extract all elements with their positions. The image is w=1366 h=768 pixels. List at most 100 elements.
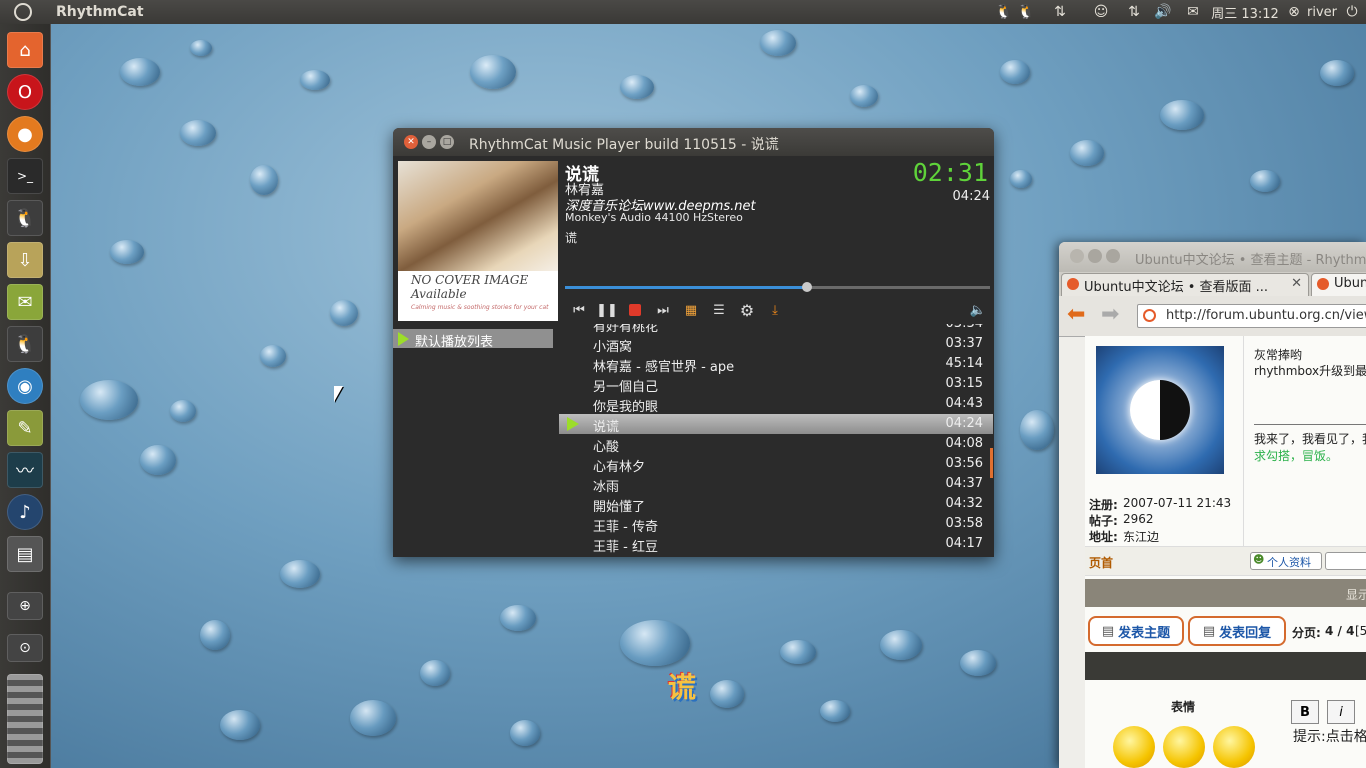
audio-player-icon[interactable]: ♪ <box>7 494 43 530</box>
italic-button[interactable]: i <box>1327 700 1355 724</box>
track-row[interactable]: 冰雨 04:37 <box>559 474 993 495</box>
track-duration: 03:15 <box>945 376 983 391</box>
browser-titlebar[interactable]: Ubuntu中文论坛 • 查看主题 - Rhythm <box>1059 242 1366 272</box>
addr-value: 东江边 <box>1123 530 1160 544</box>
top-link[interactable]: 页首 <box>1089 554 1113 571</box>
notes-icon[interactable]: ✎ <box>7 410 43 446</box>
ubuntu-logo-icon[interactable] <box>14 3 32 21</box>
bold-button[interactable]: B <box>1291 700 1319 724</box>
back-arrow-icon[interactable]: ⬅ <box>1067 302 1085 327</box>
workspace-switcher-icon[interactable]: ▤ <box>7 536 43 572</box>
track-row[interactable]: 王菲 - 红豆 04:17 <box>559 534 993 555</box>
cat-photo <box>398 161 558 271</box>
minimize-window-icon[interactable] <box>1088 249 1102 263</box>
firefox-icon[interactable]: ● <box>7 116 43 152</box>
track-row[interactable]: 王菲 - 传奇 03:58 <box>559 514 993 535</box>
close-window-icon[interactable]: ✕ <box>404 135 418 149</box>
user-avatar <box>1096 346 1224 474</box>
zoom-search-icon[interactable]: ⊙ <box>7 634 43 662</box>
tab-forum-topic[interactable]: Ubun <box>1311 273 1366 296</box>
page-extra: [5 <box>1355 624 1366 638</box>
desktop-lyric[interactable]: 谎 <box>668 666 696 706</box>
qq-launcher-icon[interactable]: 🐧 <box>7 200 43 236</box>
power-icon[interactable]: ⏻ <box>1342 2 1362 22</box>
tongue-emoticon-icon[interactable] <box>1163 726 1205 768</box>
users-icon[interactable] <box>1325 552 1366 570</box>
ubuntu-favicon-icon <box>1317 278 1329 290</box>
track-list-scrollbar[interactable] <box>990 448 993 478</box>
stop-icon[interactable] <box>626 302 644 318</box>
new-topic-button[interactable]: ▤ 发表主题 <box>1088 616 1184 646</box>
home-folder-icon[interactable]: ⌂ <box>7 32 43 68</box>
track-row[interactable]: 心有林夕 03:56 <box>559 454 993 475</box>
user-name[interactable]: river <box>1306 2 1338 22</box>
qq-icon[interactable]: 🐧 <box>994 2 1014 22</box>
browser-navbar: ⬅ ➡ http://forum.ubuntu.org.cn/viewto <box>1059 296 1366 337</box>
total-time: 04:24 <box>952 189 990 204</box>
ubuntu-favicon-icon <box>1067 278 1079 290</box>
track-row[interactable]: 有好有桃花 03:34 <box>559 324 993 335</box>
chat-icon[interactable]: ☺ <box>1090 2 1112 22</box>
settings-icon[interactable]: ⚙ <box>738 301 756 320</box>
post-user[interactable]: 灰常捧哟 <box>1254 346 1302 363</box>
list-icon[interactable]: ☰ <box>710 302 728 318</box>
download-icon[interactable]: ⤓ <box>766 302 784 318</box>
player-window-title: RhythmCat Music Player build 110515 - 说谎 <box>469 137 779 153</box>
system-monitor-icon[interactable]: 〰 <box>7 452 43 488</box>
playlist-item-default[interactable]: 默认播放列表 <box>393 329 553 350</box>
track-row[interactable]: 另一個自己 03:15 <box>559 374 993 395</box>
track-name: 说谎 <box>593 420 620 435</box>
document-icon: ▤ <box>1101 623 1115 639</box>
maximize-window-icon[interactable] <box>1106 249 1120 263</box>
minimize-window-icon[interactable]: – <box>422 135 436 149</box>
close-window-icon[interactable] <box>1070 249 1084 263</box>
tux-icon[interactable]: 🐧 <box>1016 2 1036 22</box>
smile-emoticon-icon[interactable] <box>1113 726 1155 768</box>
player-titlebar[interactable]: ✕ – □ RhythmCat Music Player build 11051… <box>393 128 994 156</box>
post-line2: 我来了，我看见了，我 <box>1254 432 1366 446</box>
tab-forum-board[interactable]: Ubuntu中文论坛 • 查看版面 ... ✕ <box>1061 273 1309 296</box>
wink-emoticon-icon[interactable] <box>1213 726 1255 768</box>
open-file-icon[interactable]: ▦ <box>682 302 700 318</box>
track-name: 有好有桃花 <box>593 324 659 335</box>
next-icon[interactable]: ⏭ <box>654 302 672 318</box>
mail-icon[interactable]: ✉ <box>1182 2 1204 22</box>
seek-bar[interactable] <box>565 282 990 292</box>
close-tab-icon[interactable]: ✕ <box>1291 276 1302 291</box>
audio-format: Monkey's Audio 44100 HzStereo <box>565 211 743 224</box>
forum-content: 灰常捧哟 rhythmbox升级到最新 我来了，我看见了，我 求勾搭，冒饭。 注… <box>1085 336 1366 768</box>
previous-icon[interactable]: ⏮ <box>570 302 588 318</box>
file-manager-icon[interactable]: ⇩ <box>7 242 43 278</box>
maximize-window-icon[interactable]: □ <box>440 135 454 149</box>
track-row[interactable]: 開始懂了 04:32 <box>559 494 993 515</box>
track-row[interactable]: 说谎 04:24 <box>559 414 993 435</box>
volume-icon[interactable]: 🔊 <box>1152 2 1174 22</box>
network-up-down-icon[interactable]: ⇅ <box>1050 2 1070 22</box>
qq-launcher-2-icon[interactable]: 🐧 <box>7 326 43 362</box>
track-row[interactable]: 林宥嘉 - 感官世界 - ape 45:14 <box>559 354 993 375</box>
track-list[interactable]: 王菲 - 红豆 04:17 王菲 - 传奇 03:58 開始懂了 04:32 冰雨 04:37… <box>559 324 993 556</box>
track-row[interactable]: 小酒窝 03:37 <box>559 334 993 355</box>
forward-arrow-icon[interactable]: ➡ <box>1101 302 1119 327</box>
track-name: 心有林夕 <box>593 460 646 475</box>
trash-stack-icon[interactable] <box>7 674 43 764</box>
clock[interactable]: 周三 13:12 <box>1208 2 1282 22</box>
browser-tab-bar: Ubuntu中文论坛 • 查看版面 ... ✕ Ubun <box>1059 272 1366 296</box>
music-player-window: ✕ – □ RhythmCat Music Player build 11051… <box>393 128 994 557</box>
pause-icon[interactable]: ❚❚ <box>596 302 618 318</box>
address-bar[interactable]: http://forum.ubuntu.org.cn/viewto <box>1137 304 1366 328</box>
network-icon[interactable]: ⇅ <box>1124 2 1144 22</box>
opera-icon[interactable]: O <box>7 74 43 110</box>
profile-button[interactable]: ☻ 个人资料 <box>1250 552 1322 570</box>
volume-icon[interactable]: 🔈 <box>969 302 987 318</box>
mouse-cursor-icon <box>334 386 343 402</box>
browser-globe-icon[interactable]: ◉ <box>7 368 43 404</box>
seek-handle[interactable] <box>802 282 813 292</box>
mail-client-icon[interactable]: ✉ <box>7 284 43 320</box>
user-icon[interactable]: ⊗ <box>1286 2 1302 22</box>
terminal-icon[interactable]: >_ <box>7 158 43 194</box>
reply-button[interactable]: ▤ 发表回复 <box>1188 616 1286 646</box>
track-row[interactable]: 心酸 04:08 <box>559 434 993 455</box>
zoom-in-icon[interactable]: ⊕ <box>7 592 43 620</box>
track-row[interactable]: 你是我的眼 04:43 <box>559 394 993 415</box>
